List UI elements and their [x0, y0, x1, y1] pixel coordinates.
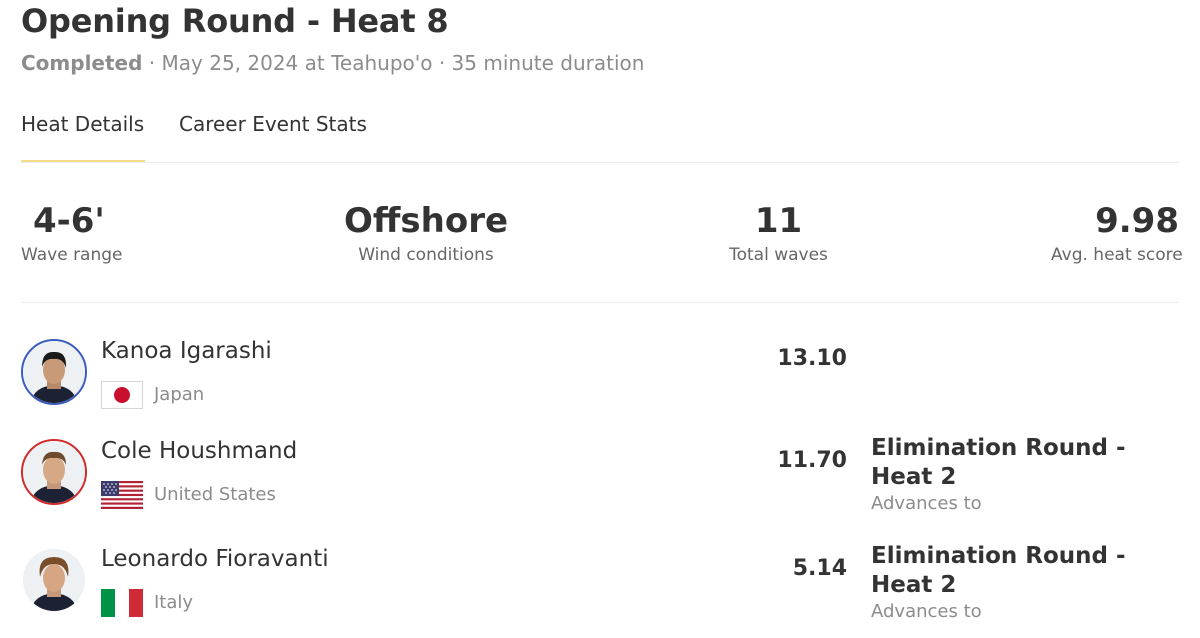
stat-value: 9.98 — [1095, 201, 1179, 241]
status-label: Completed — [21, 51, 143, 75]
heat-date-location-duration: · May 25, 2024 at Teahupo'o · 35 minute … — [148, 51, 645, 75]
advances-to-label: Advances to — [871, 601, 982, 622]
stat-total-waves: 11 Total waves — [716, 200, 841, 265]
surfer-name[interactable]: Cole Houshmand — [101, 438, 297, 464]
next-round[interactable]: Elimination Round - Heat 2 Advances to — [871, 434, 1161, 514]
surfer-row[interactable]: Cole Houshmand United States 11.70 Elimi… — [21, 435, 1179, 514]
usa-flag-icon — [101, 481, 143, 509]
surfer-row[interactable]: Kanoa Igarashi Japan 13.10 — [21, 338, 1179, 409]
heat-meta: Completed · May 25, 2024 at Teahupo'o · … — [21, 51, 644, 75]
surfer-photo-icon — [23, 549, 85, 611]
surfer-avatar[interactable] — [21, 547, 87, 613]
page-title: Opening Round - Heat 8 — [21, 2, 449, 40]
heat-stats: 4-6' Wave range Offshore Wind conditions… — [21, 200, 1183, 303]
tab-bar: Heat Details Career Event Stats — [21, 112, 1179, 163]
stat-value: 4-6' — [33, 201, 105, 241]
surfer-score: 5.14 — [792, 556, 847, 581]
stat-value: Offshore — [343, 201, 509, 241]
surfer-score: 13.10 — [777, 346, 847, 371]
stat-label: Avg. heat score — [1051, 245, 1183, 265]
advances-to-label: Advances to — [871, 493, 982, 514]
surfer-photo-icon — [23, 341, 85, 403]
stat-avg-heat-score: 9.98 Avg. heat score — [1051, 200, 1183, 265]
surfer-country: United States — [154, 484, 276, 505]
next-round-name[interactable]: Elimination Round - Heat 2 — [871, 542, 1161, 600]
surfer-row[interactable]: Leonardo Fioravanti Italy 5.14 Eliminati… — [21, 543, 1179, 622]
stat-wind-conditions: Offshore Wind conditions — [341, 200, 511, 265]
surfer-avatar[interactable] — [21, 439, 87, 505]
surfer-score: 11.70 — [777, 448, 847, 473]
surfer-name[interactable]: Kanoa Igarashi — [101, 338, 272, 364]
stat-wave-range: 4-6' Wave range — [21, 200, 123, 265]
stat-value: 11 — [754, 201, 803, 241]
japan-flag-icon — [101, 381, 143, 409]
next-round-name[interactable]: Elimination Round - Heat 2 — [871, 434, 1161, 492]
stat-label: Total waves — [729, 245, 828, 265]
italy-flag-icon — [101, 589, 143, 617]
stat-label: Wind conditions — [358, 245, 494, 265]
surfer-country: Italy — [154, 592, 194, 613]
tab-career-event-stats[interactable]: Career Event Stats — [179, 112, 367, 160]
next-round[interactable]: Elimination Round - Heat 2 Advances to — [871, 542, 1161, 622]
surfer-photo-icon — [23, 441, 85, 503]
tab-heat-details[interactable]: Heat Details — [21, 112, 145, 162]
surfer-avatar[interactable] — [21, 339, 87, 405]
stat-label: Wave range — [21, 245, 123, 265]
surfer-country: Japan — [154, 384, 205, 405]
surfer-name[interactable]: Leonardo Fioravanti — [101, 546, 329, 572]
